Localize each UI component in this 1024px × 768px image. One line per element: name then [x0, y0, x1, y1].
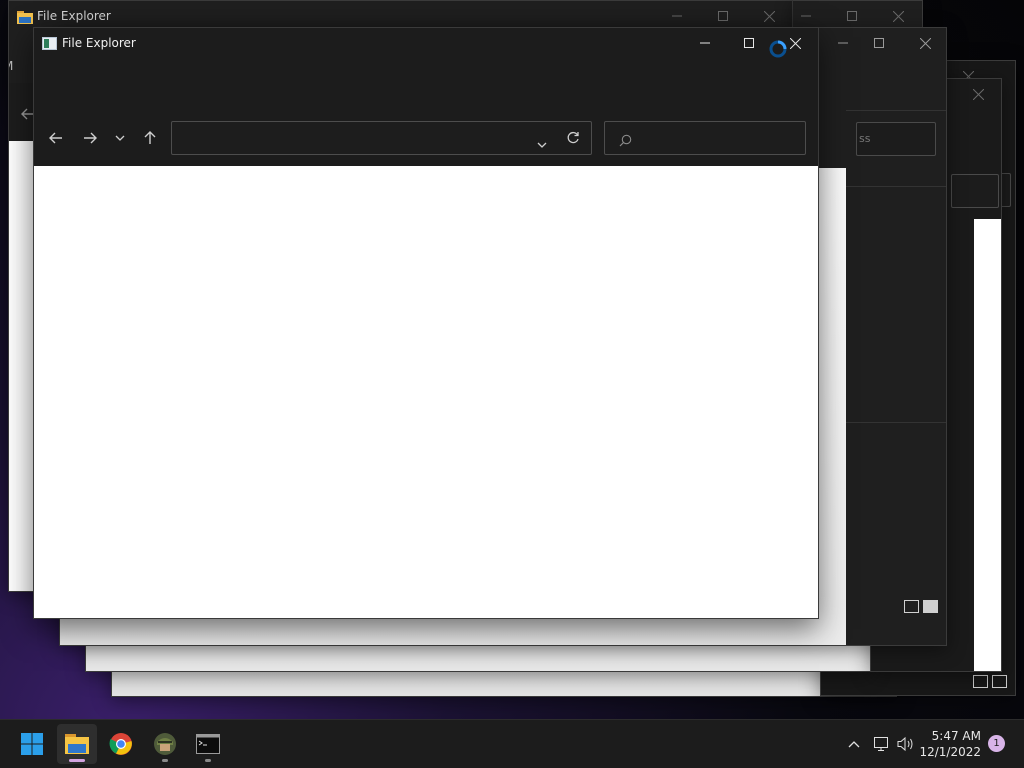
taskbar-file-explorer[interactable] [57, 724, 97, 764]
running-indicator [205, 759, 211, 762]
start-button[interactable] [12, 724, 52, 764]
maximize-button[interactable] [726, 28, 772, 58]
address-bar[interactable] [171, 121, 592, 155]
search-box[interactable] [604, 121, 806, 155]
details-view-icon[interactable] [973, 675, 988, 688]
folder-icon [65, 734, 89, 754]
divider [846, 110, 946, 111]
minimize-button[interactable] [793, 1, 829, 27]
up-arrow-icon [144, 131, 156, 144]
chevron-down-icon [537, 142, 547, 148]
recent-locations-button[interactable] [106, 126, 134, 150]
taskbar-chrome[interactable] [101, 724, 141, 764]
folder-icon [17, 9, 33, 24]
close-button[interactable] [875, 1, 921, 27]
file-explorer-window[interactable]: File Explorer [33, 27, 819, 619]
taskbar: 5:47 AM 12/1/2022 1 [0, 719, 1024, 768]
terminal-icon [196, 734, 220, 754]
refresh-button[interactable] [566, 130, 580, 149]
menu-fragment: M [9, 59, 13, 73]
close-button[interactable] [772, 28, 818, 58]
back-button[interactable] [42, 126, 70, 150]
clock-time: 5:47 AM [931, 729, 981, 743]
taskbar-game-app[interactable] [145, 724, 185, 764]
refresh-icon [567, 131, 579, 144]
background-window-2[interactable] [793, 0, 923, 28]
app-icon [42, 35, 57, 50]
address-dropdown-button[interactable] [537, 133, 547, 152]
active-indicator [69, 759, 85, 762]
divider [846, 422, 946, 423]
window-title: File Explorer [37, 9, 111, 23]
divider [846, 186, 946, 187]
view-toggle[interactable] [973, 675, 1007, 688]
minimize-button[interactable] [682, 28, 728, 58]
clock-date: 12/1/2022 [919, 745, 981, 759]
up-button[interactable] [136, 126, 164, 150]
search-box[interactable]: ss [856, 122, 936, 156]
view-toggle[interactable] [904, 600, 938, 613]
forward-arrow-icon [84, 132, 97, 144]
search-placeholder: ss [859, 132, 871, 145]
tiles-view-icon[interactable] [992, 675, 1007, 688]
show-hidden-icons-button[interactable] [843, 733, 865, 755]
maximize-button[interactable] [829, 1, 875, 27]
notification-badge[interactable]: 1 [988, 735, 1005, 752]
running-indicator [162, 759, 168, 762]
chrome-icon [109, 733, 132, 755]
maximize-button[interactable] [856, 28, 902, 58]
network-button[interactable] [870, 733, 892, 755]
taskbar-terminal[interactable] [188, 724, 228, 764]
content-area[interactable] [974, 219, 1001, 671]
chevron-up-icon [848, 741, 860, 748]
close-button[interactable] [955, 79, 1001, 109]
search-icon [619, 132, 632, 151]
clock-button[interactable]: 5:47 AM 12/1/2022 [919, 728, 981, 760]
windows-logo-icon [21, 733, 43, 755]
details-view-icon[interactable] [904, 600, 919, 613]
network-icon [874, 737, 888, 751]
search-box[interactable] [951, 174, 999, 208]
window-title: File Explorer [62, 36, 136, 50]
back-arrow-icon [49, 132, 62, 144]
speaker-icon [897, 736, 913, 752]
forward-button[interactable] [76, 126, 104, 150]
tiles-view-icon[interactable] [923, 600, 938, 613]
close-button[interactable] [902, 28, 946, 58]
chevron-down-icon [115, 135, 125, 141]
volume-button[interactable] [895, 733, 917, 755]
game-app-icon [154, 733, 176, 755]
file-list-area[interactable] [34, 166, 818, 618]
